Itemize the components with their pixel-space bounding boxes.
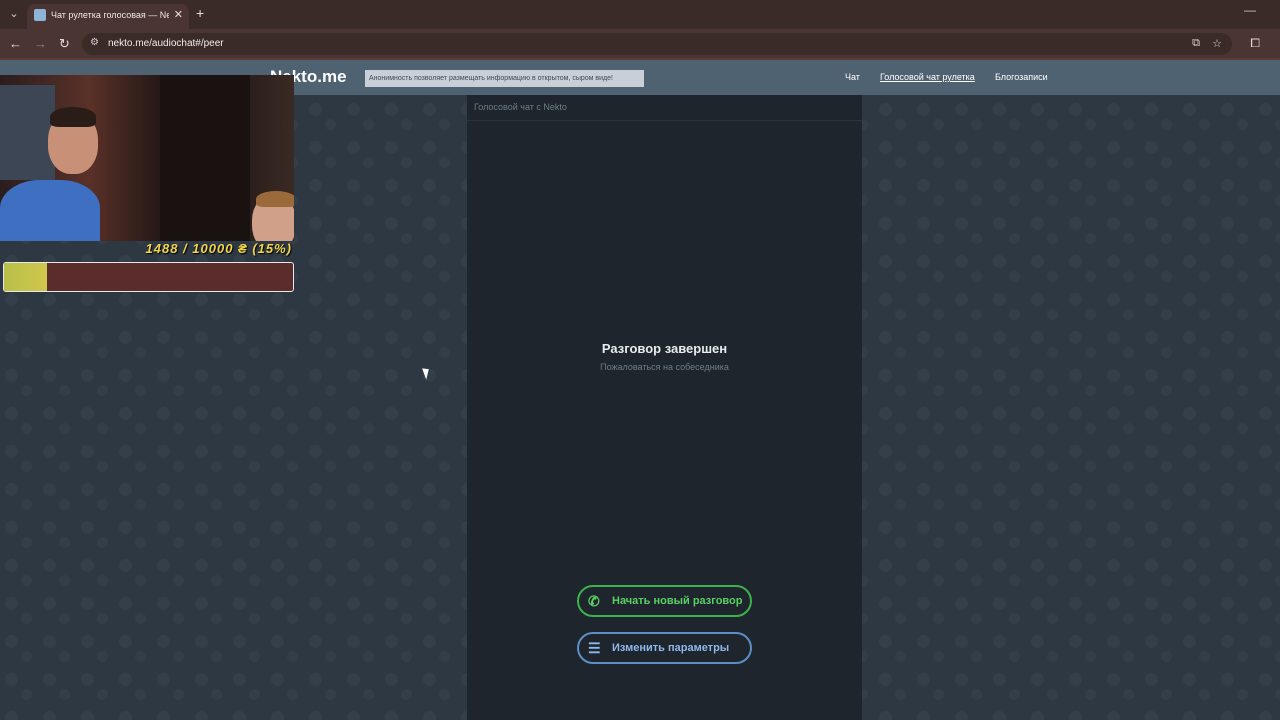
webcam-door: [160, 75, 250, 241]
notice-banner: Анонимность позволяет размещать информац…: [365, 70, 644, 87]
browser-toolbar: ← → ↻ ⚙ nekto.me/audiochat#/peer ⧉ ☆ ⧠: [0, 29, 1280, 59]
address-bar[interactable]: ⚙ nekto.me/audiochat#/peer ⧉ ☆: [82, 33, 1232, 55]
plus-icon[interactable]: +: [196, 5, 204, 21]
donation-progress-fill: [4, 263, 48, 291]
start-new-conversation-button[interactable]: ✆ Начать новый разговор: [577, 585, 752, 617]
start-new-conversation-label: Начать новый разговор: [612, 595, 743, 607]
change-params-button[interactable]: ☰ Изменить параметры: [577, 632, 752, 664]
install-app-icon[interactable]: ⧉: [1192, 37, 1200, 50]
nav-link-chat[interactable]: Чат: [845, 72, 860, 82]
panel-header: Голосовой чат с Nekto: [467, 95, 862, 121]
tab-title: Чат рулетка голосовая — Nekto: [51, 10, 169, 20]
arrow-left-icon[interactable]: ←: [9, 36, 22, 51]
change-params-label: Изменить параметры: [612, 642, 730, 654]
conversation-status: Разговор завершен: [601, 341, 728, 356]
report-link[interactable]: Пожаловаться на собеседника: [467, 362, 862, 372]
url-text[interactable]: nekto.me/audiochat#/peer: [108, 38, 224, 49]
donation-progress-bar: [3, 262, 294, 292]
reload-icon[interactable]: ↻: [59, 36, 70, 52]
webcam-person-right-hair: [256, 191, 294, 207]
webcam-person-left-body: [0, 180, 100, 241]
favicon-icon: [34, 9, 46, 21]
arrow-right-icon[interactable]: →: [34, 36, 47, 51]
nav-link-blog[interactable]: Блогозаписи: [995, 72, 1048, 82]
chat-panel: Голосовой чат с Nekto Разговор завершен …: [467, 95, 862, 720]
donation-goal-text: 1488 / 10000 ₴ (15%): [145, 241, 292, 256]
list-icon: ☰: [588, 640, 601, 656]
tune-icon[interactable]: ⚙: [90, 37, 99, 48]
browser-tab-bar: ⌄ Чат рулетка голосовая — Nekto ✕ + —: [0, 0, 1280, 29]
chevron-down-icon[interactable]: ⌄: [6, 6, 22, 22]
phone-icon: ✆: [588, 593, 600, 609]
browser-tab[interactable]: Чат рулетка голосовая — Nekto ✕: [27, 4, 189, 29]
nav-link-voice-roulette[interactable]: Голосовой чат рулетка: [880, 72, 975, 82]
panel-header-title: Голосовой чат с Nekto: [474, 102, 567, 112]
minimize-icon[interactable]: —: [1244, 3, 1256, 17]
close-icon[interactable]: ✕: [174, 8, 183, 21]
webcam-shelf: [0, 85, 55, 180]
webcam-person-left-hair: [50, 107, 96, 127]
star-icon[interactable]: ☆: [1212, 37, 1222, 50]
webcam-overlay: [0, 75, 294, 241]
puzzle-icon[interactable]: ⧠: [1250, 36, 1260, 51]
